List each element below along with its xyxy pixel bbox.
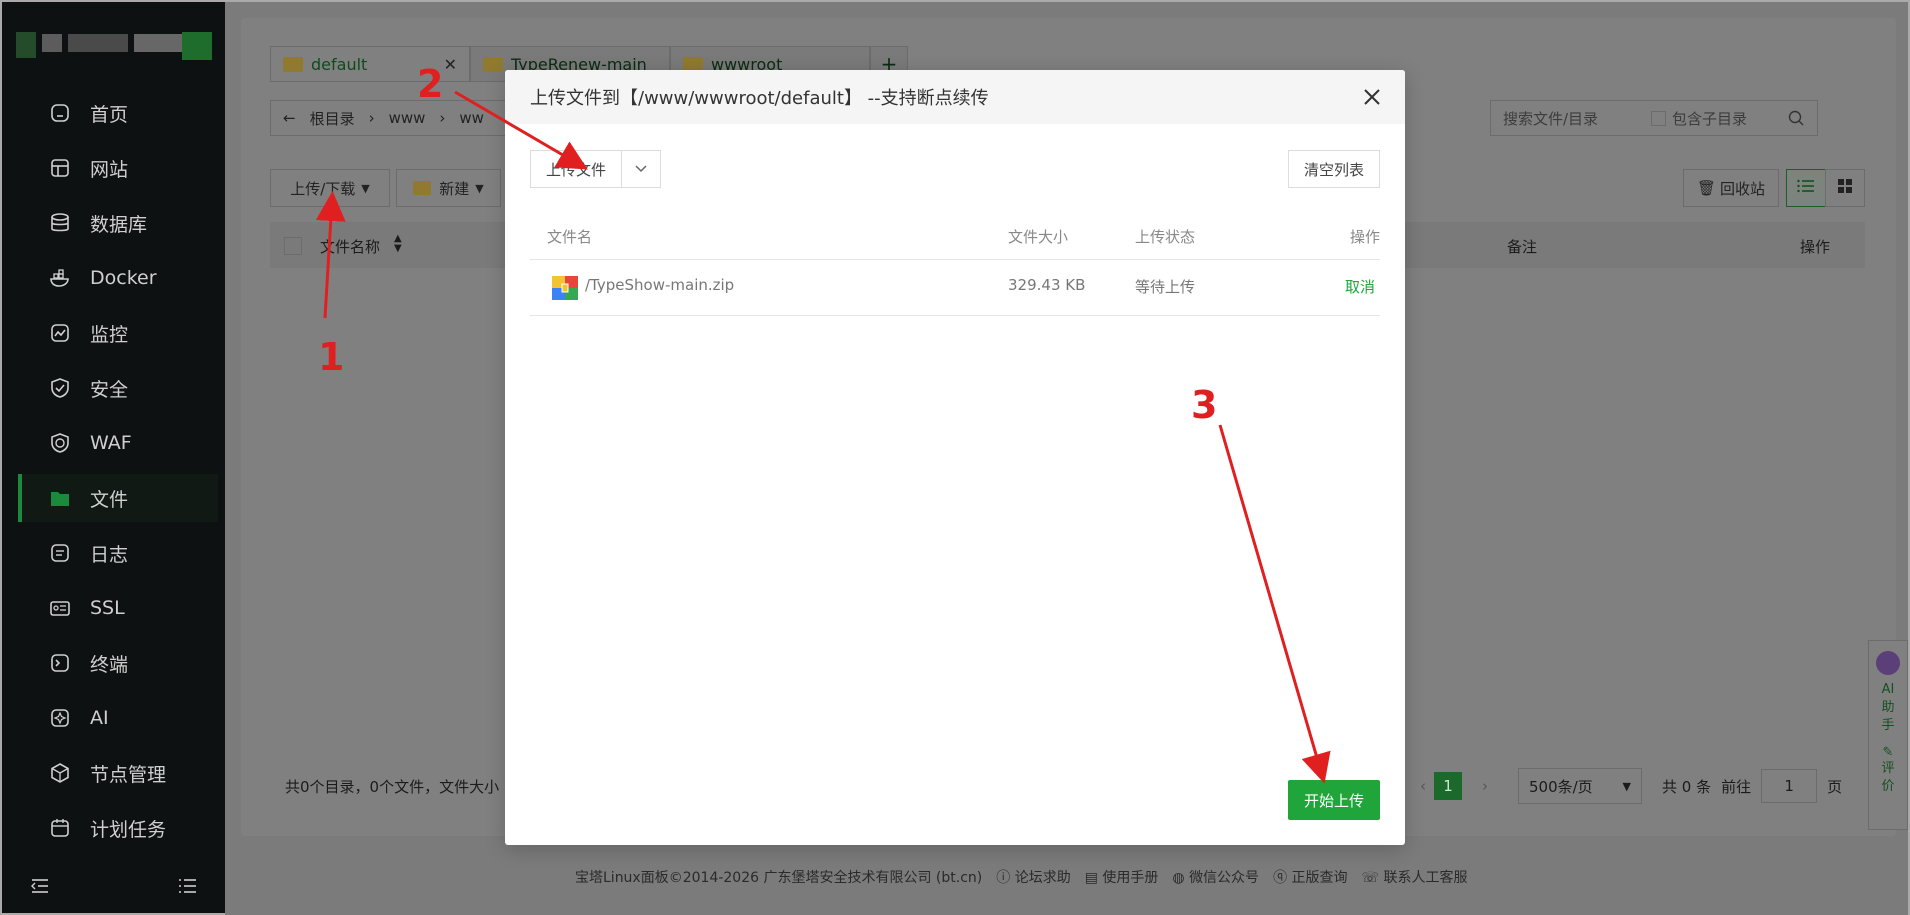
annotation-arrow-3 — [1218, 424, 1331, 784]
annotation-number-2: 2 — [417, 62, 444, 106]
annotation-arrows — [315, 90, 1331, 784]
annotation-arrow-2 — [454, 90, 588, 170]
annotation-number-3: 3 — [1191, 383, 1218, 427]
annotation-number-1: 1 — [318, 335, 345, 379]
annotation-arrow-1 — [315, 191, 346, 319]
